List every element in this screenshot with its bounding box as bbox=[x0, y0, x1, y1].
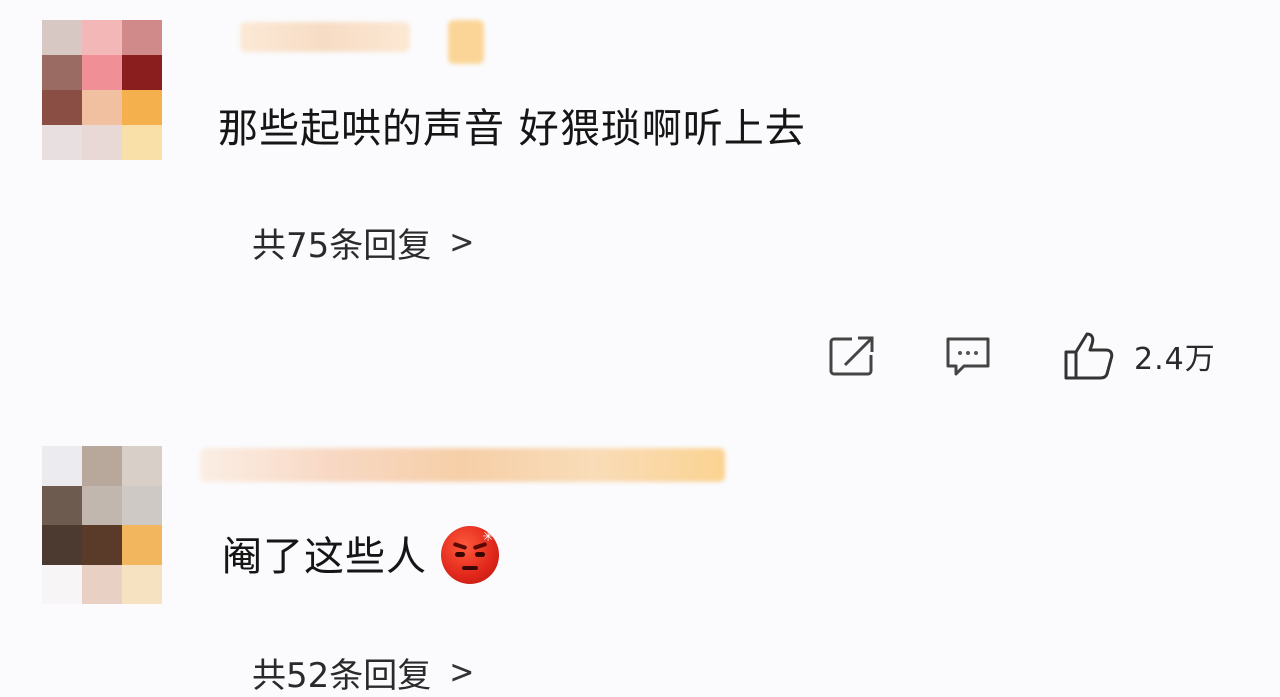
like-count: 2.4万 bbox=[1134, 342, 1216, 377]
comment-actions: 2.4万 bbox=[828, 330, 1216, 382]
comment-text-content: 阉了这些人 bbox=[222, 534, 427, 580]
angry-face-emoji: ✳ bbox=[441, 526, 499, 584]
comment-item: 那些起哄的声音 好猥琐啊听上去 共75条回复 > 2.4万 bbox=[0, 0, 1280, 420]
reply-count-label: 共75条回复 bbox=[252, 226, 432, 266]
view-replies-link[interactable]: 共75条回复 > bbox=[252, 218, 474, 267]
comment-text: 阉了这些人 ✳ bbox=[222, 524, 499, 588]
username-blurred[interactable] bbox=[240, 22, 410, 52]
comment-text: 那些起哄的声音 好猥琐啊听上去 bbox=[218, 106, 806, 152]
thumbs-up-icon[interactable] bbox=[1062, 330, 1116, 382]
username-blurred[interactable] bbox=[200, 448, 725, 482]
comment-icon[interactable] bbox=[944, 333, 994, 379]
avatar[interactable] bbox=[42, 446, 162, 604]
view-replies-link[interactable]: 共52条回复 > bbox=[252, 648, 474, 697]
share-icon[interactable] bbox=[828, 333, 878, 379]
avatar[interactable] bbox=[42, 20, 162, 160]
username-badge-blurred bbox=[448, 20, 484, 64]
comment-item: 阉了这些人 ✳ 共52条回复 > bbox=[0, 440, 1280, 696]
chevron-right-icon: > bbox=[449, 653, 475, 692]
reply-count-label: 共52条回复 bbox=[252, 656, 432, 696]
chevron-right-icon: > bbox=[449, 223, 475, 262]
